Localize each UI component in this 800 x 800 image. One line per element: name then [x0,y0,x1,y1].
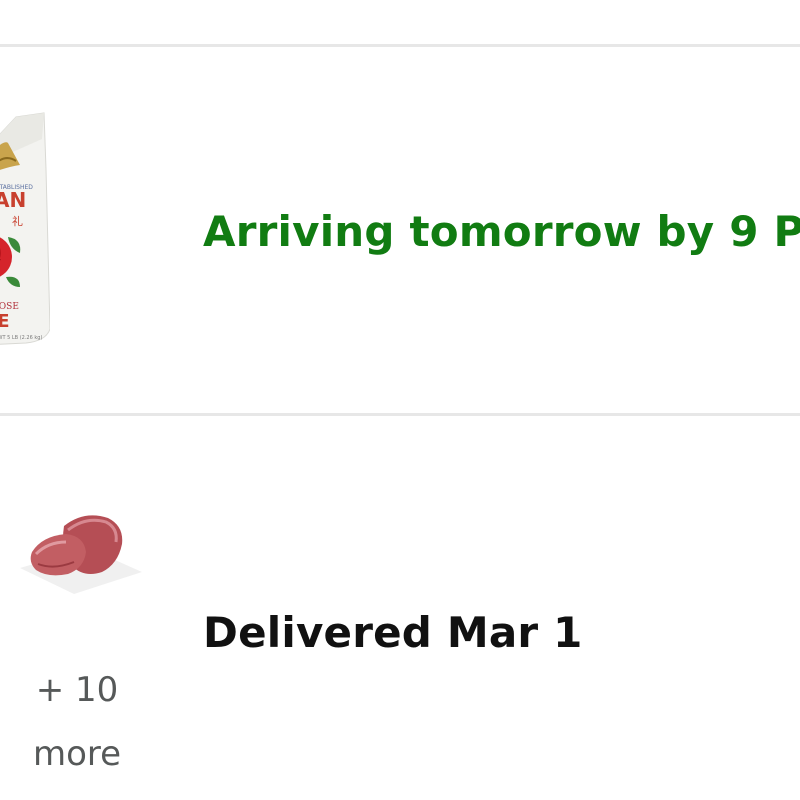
more-items-count[interactable]: + 10 more [18,658,136,786]
svg-text:AN: AN [0,188,26,212]
order-card-arriving[interactable]: AN 礼 ESTABLISHED ROSE CE NET WT 5 LB (2.… [0,47,800,413]
delivery-status-delivered[interactable]: Delivered Mar 1 [203,608,583,657]
delivery-status-arriving[interactable]: Arriving tomorrow by 9 PM [203,207,800,256]
rice-bag-product-image[interactable]: AN 礼 ESTABLISHED ROSE CE NET WT 5 LB (2.… [0,109,50,347]
svg-text:礼: 礼 [12,214,23,228]
svg-text:ESTABLISHED: ESTABLISHED [0,184,33,191]
raw-meat-product-image[interactable] [18,512,144,594]
svg-text:CE: CE [0,311,10,332]
svg-text:NET WT 5 LB (2.26 kg): NET WT 5 LB (2.26 kg) [0,335,42,341]
order-list: AN 礼 ESTABLISHED ROSE CE NET WT 5 LB (2.… [0,0,800,800]
more-items-number: + 10 [35,670,119,710]
order-card-delivered[interactable]: Delivered Mar 1 + 10 more [0,416,800,800]
more-items-label: more [32,734,122,774]
